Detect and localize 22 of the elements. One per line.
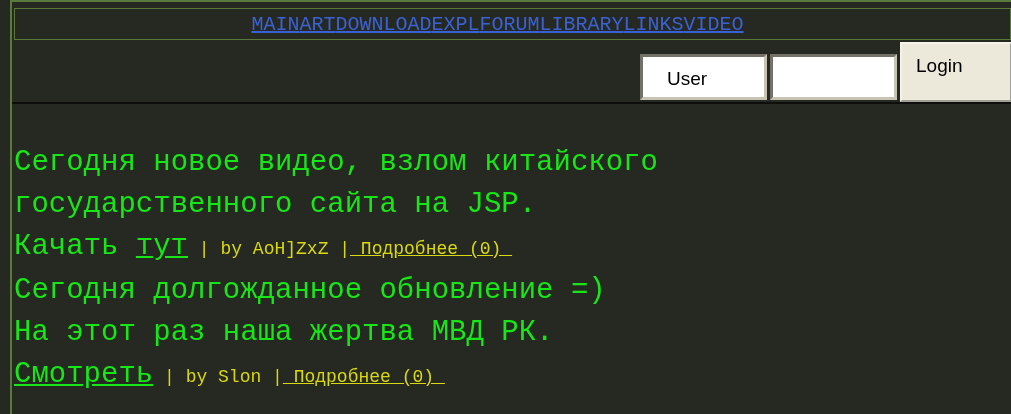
post-text: государственного сайта на JSP. [14, 187, 538, 223]
download-link[interactable]: тут [135, 226, 189, 268]
nav-link[interactable]: LIBRARY [539, 12, 624, 36]
username-field[interactable]: User [640, 54, 767, 100]
password-field[interactable] [770, 54, 897, 100]
author-byline: | by Slon | [163, 366, 283, 389]
nav-link[interactable]: EXPL [431, 12, 480, 36]
download-link[interactable]: Смотреть [14, 354, 154, 396]
post-text: Сегодня новое видео, взлом китайского [14, 145, 659, 181]
nav-link[interactable]: FORUM [479, 12, 540, 36]
nav-link[interactable]: LINKS [623, 12, 684, 36]
post-text: Сегодня долгожданное обновление =) [14, 273, 607, 309]
nav-link[interactable]: ART [299, 12, 336, 36]
nav-link[interactable]: MAIN [251, 12, 300, 36]
nav-link[interactable]: VIDEO [683, 12, 744, 36]
login-button[interactable]: Login [900, 42, 1011, 102]
post-text: На этот раз наша жертва МВД РК. [14, 315, 555, 351]
details-link[interactable]: Подробнее (0) [282, 356, 445, 398]
action-label: Качать [14, 229, 119, 265]
author-byline: | by AoH]ZxZ | [197, 238, 351, 261]
details-link[interactable]: Подробнее (0) [350, 228, 513, 270]
nav-link[interactable]: DOWNLOAD [335, 12, 432, 36]
